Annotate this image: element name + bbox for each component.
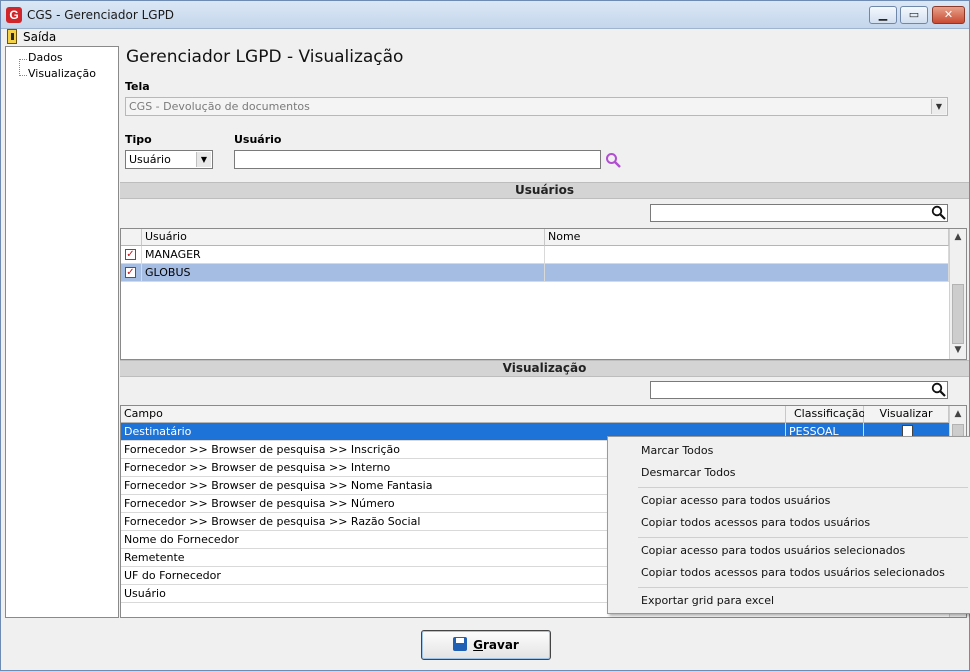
tipo-label: Tipo bbox=[125, 133, 152, 146]
scroll-thumb[interactable] bbox=[952, 284, 964, 344]
tela-select[interactable]: CGS - Devolução de documentos ▼ bbox=[125, 97, 948, 116]
menu-saida[interactable]: Saída bbox=[23, 30, 56, 44]
menu-separator bbox=[638, 537, 968, 538]
row-nome bbox=[545, 246, 949, 264]
column-header-classificacao[interactable]: Classificação bbox=[786, 406, 865, 423]
gravar-mnemonic: G bbox=[473, 638, 483, 652]
window-title: CGS - Gerenciador LGPD bbox=[27, 8, 175, 22]
tela-value: CGS - Devolução de documentos bbox=[129, 100, 310, 113]
app-logo-icon: G bbox=[6, 7, 22, 23]
tree-item-dados[interactable]: Dados bbox=[28, 51, 63, 64]
column-header-nome[interactable]: Nome bbox=[545, 229, 949, 246]
row-nome bbox=[545, 264, 949, 282]
chevron-down-icon[interactable]: ▼ bbox=[196, 152, 211, 167]
tela-label: Tela bbox=[125, 80, 150, 93]
tipo-value: Usuário bbox=[129, 153, 171, 166]
context-menu: Marcar Todos Desmarcar Todos Copiar aces… bbox=[607, 436, 970, 614]
usuarios-grid: Usuário Nome ✓ MANAGER ✓ GLOBUS ▲ ▼ bbox=[120, 228, 967, 360]
menu-item-copiar-todos-acessos-todos[interactable]: Copiar todos acessos para todos usuários bbox=[641, 516, 870, 529]
maximize-button[interactable]: ▭ bbox=[900, 6, 928, 24]
column-header-check bbox=[121, 229, 142, 246]
visualizacao-section-header: Visualização bbox=[120, 360, 969, 377]
chevron-down-icon[interactable]: ▼ bbox=[931, 99, 946, 114]
tree-connector bbox=[19, 59, 27, 60]
checkbox-checked[interactable]: ✓ bbox=[125, 249, 136, 260]
row-usuario: GLOBUS bbox=[142, 264, 545, 282]
tipo-select[interactable]: Usuário ▼ bbox=[125, 150, 213, 169]
tree-item-visualizacao[interactable]: Visualização bbox=[28, 67, 96, 80]
menu-item-copiar-todos-acessos-selecionados[interactable]: Copiar todos acessos para todos usuários… bbox=[641, 566, 945, 579]
column-header-usuario[interactable]: Usuário bbox=[142, 229, 545, 246]
row-check-cell: ✓ bbox=[121, 264, 142, 282]
navigation-tree: Dados Visualização bbox=[5, 46, 119, 618]
usuarios-scrollbar[interactable]: ▲ ▼ bbox=[949, 229, 966, 359]
menu-bar: Saída bbox=[1, 29, 969, 45]
column-header-campo[interactable]: Campo bbox=[121, 406, 786, 423]
gravar-button[interactable]: Gravar bbox=[421, 630, 551, 660]
menu-separator bbox=[638, 487, 968, 488]
tree-connector bbox=[19, 59, 20, 76]
menu-separator bbox=[638, 587, 968, 588]
row-check-cell: ✓ bbox=[121, 246, 142, 264]
menu-item-desmarcar-todos[interactable]: Desmarcar Todos bbox=[641, 466, 736, 479]
column-header-visualizar[interactable]: Visualizar bbox=[864, 406, 949, 423]
search-icon[interactable] bbox=[931, 382, 947, 398]
scroll-up-icon[interactable]: ▲ bbox=[950, 406, 966, 423]
search-icon[interactable] bbox=[605, 152, 621, 168]
menu-item-copiar-acesso-todos[interactable]: Copiar acesso para todos usuários bbox=[641, 494, 830, 507]
table-row[interactable]: ✓ MANAGER bbox=[121, 246, 949, 264]
exit-door-icon[interactable] bbox=[7, 29, 17, 44]
menu-item-marcar-todos[interactable]: Marcar Todos bbox=[641, 444, 713, 457]
gravar-label: ravar bbox=[483, 638, 519, 652]
minimize-button[interactable]: ▁ bbox=[869, 6, 897, 24]
title-bar[interactable]: G CGS - Gerenciador LGPD ▁ ▭ ✕ bbox=[1, 1, 969, 29]
close-button[interactable]: ✕ bbox=[932, 6, 965, 24]
visualizacao-filter-input[interactable] bbox=[650, 381, 948, 399]
tree-connector bbox=[19, 75, 27, 76]
usuarios-filter-input[interactable] bbox=[650, 204, 948, 222]
row-usuario: MANAGER bbox=[142, 246, 545, 264]
search-icon[interactable] bbox=[931, 205, 947, 221]
usuario-label: Usuário bbox=[234, 133, 282, 146]
scroll-up-icon[interactable]: ▲ bbox=[950, 229, 966, 246]
save-disk-icon bbox=[453, 637, 468, 651]
checkbox-checked[interactable]: ✓ bbox=[125, 267, 136, 278]
scroll-down-icon[interactable]: ▼ bbox=[950, 342, 966, 359]
menu-item-exportar-excel[interactable]: Exportar grid para excel bbox=[641, 594, 774, 607]
usuarios-section-header: Usuários bbox=[120, 182, 969, 199]
bottom-bar: Gravar bbox=[1, 618, 969, 670]
usuario-input[interactable] bbox=[234, 150, 601, 169]
main-window: G CGS - Gerenciador LGPD ▁ ▭ ✕ Saída Dad… bbox=[0, 0, 970, 671]
page-title: Gerenciador LGPD - Visualização bbox=[126, 47, 404, 67]
menu-item-copiar-acesso-selecionados[interactable]: Copiar acesso para todos usuários seleci… bbox=[641, 544, 905, 557]
table-row[interactable]: ✓ GLOBUS bbox=[121, 264, 949, 282]
